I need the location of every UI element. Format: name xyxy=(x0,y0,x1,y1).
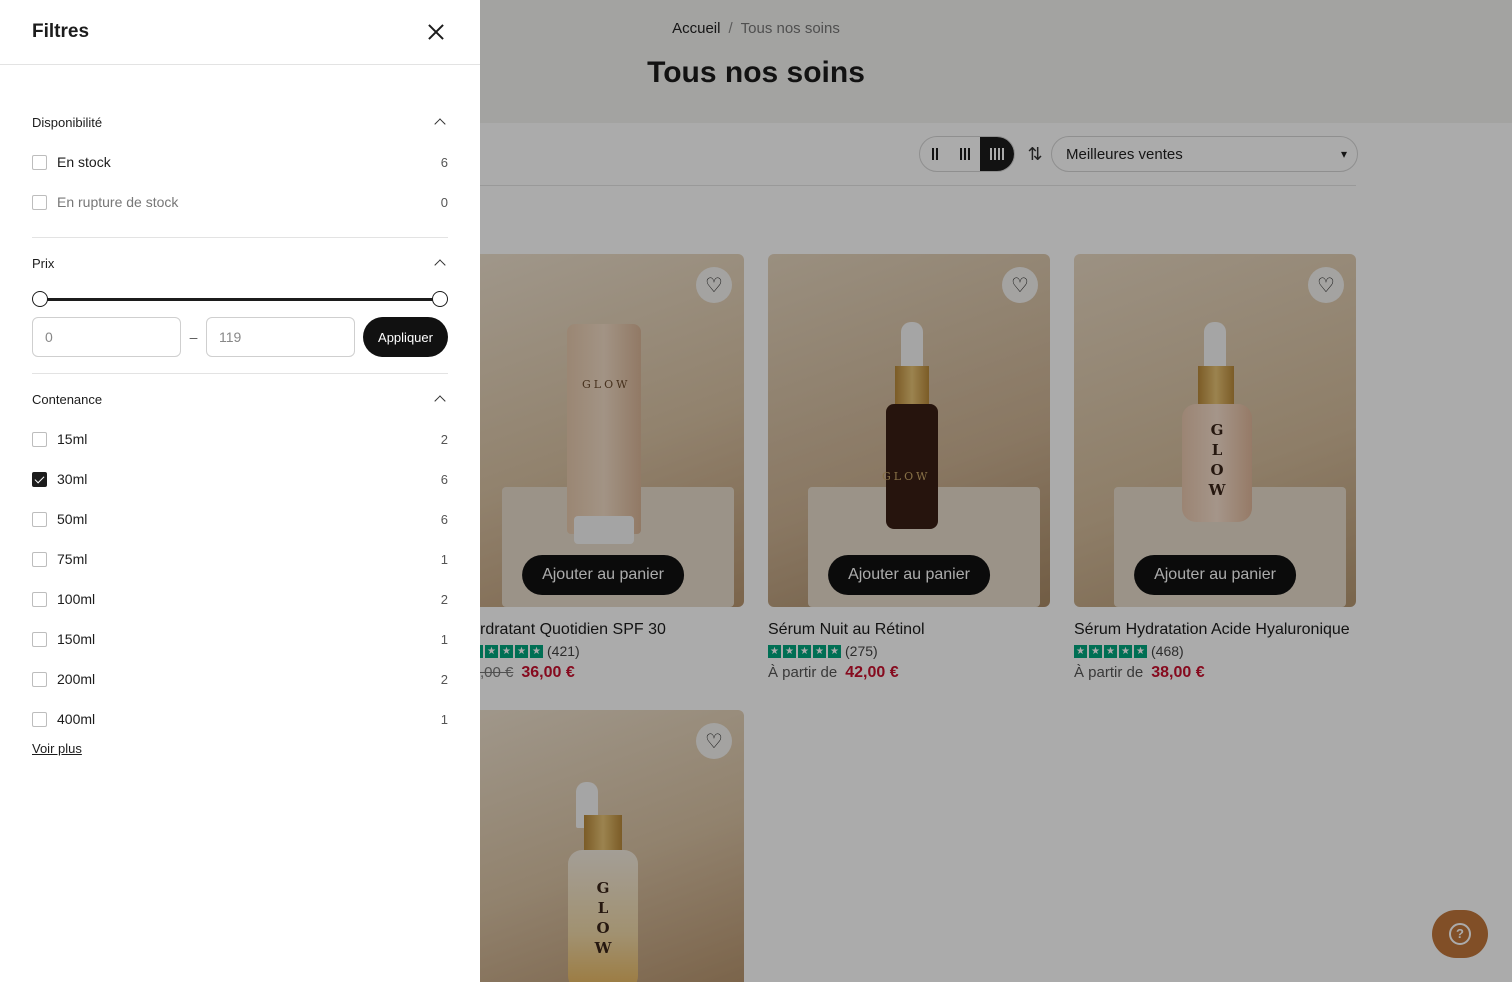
filter-group-toggle[interactable]: Disponibilité xyxy=(32,102,448,142)
filter-option-75ml[interactable]: 75ml 1 xyxy=(32,539,448,579)
filter-option-label: En stock xyxy=(57,154,111,170)
filter-option-30ml[interactable]: 30ml 6 xyxy=(32,459,448,499)
filter-option-label: 400ml xyxy=(57,711,96,727)
price-inputs: – Appliquer xyxy=(32,317,448,373)
filter-drawer-body: Disponibilité En stock 6 En rupture de s… xyxy=(0,65,480,758)
filter-drawer: Filtres Disponibilité En stock 6 En rupt… xyxy=(0,0,480,982)
filter-option-count: 1 xyxy=(440,551,448,567)
price-range-track xyxy=(40,298,440,301)
chevron-up-icon xyxy=(434,259,446,271)
filter-group-title: Contenance xyxy=(32,391,103,407)
chevron-up-icon xyxy=(434,118,446,130)
filter-option-count: 1 xyxy=(440,711,448,727)
close-icon[interactable] xyxy=(424,20,448,44)
filter-option-200ml[interactable]: 200ml 2 xyxy=(32,659,448,699)
filter-option-label: 100ml xyxy=(57,591,96,607)
chevron-up-icon xyxy=(434,395,446,407)
checkbox[interactable] xyxy=(32,551,47,567)
price-range-slider[interactable] xyxy=(32,289,448,309)
filter-drawer-title: Filtres xyxy=(32,21,90,42)
show-more-link[interactable]: Voir plus xyxy=(32,741,82,756)
filter-group-volume: Contenance 15ml 2 30ml 6 50ml 6 75ml 1 1… xyxy=(32,374,448,758)
filter-option-label: 30ml xyxy=(57,471,88,487)
filter-option-100ml[interactable]: 100ml 2 xyxy=(32,579,448,619)
filter-option-150ml[interactable]: 150ml 1 xyxy=(32,619,448,659)
filter-option-count: 2 xyxy=(440,671,448,687)
filter-group-price: Prix – Appliquer xyxy=(32,238,448,374)
filter-option-50ml[interactable]: 50ml 6 xyxy=(32,499,448,539)
filter-option-count: 2 xyxy=(440,431,448,447)
filter-option-label: 15ml xyxy=(57,431,88,447)
filter-option-400ml[interactable]: 400ml 1 xyxy=(32,699,448,739)
filter-option-label: En rupture de stock xyxy=(57,194,179,210)
filter-option-count: 2 xyxy=(440,591,448,607)
filter-group-title: Prix xyxy=(32,255,55,271)
filter-option-count: 6 xyxy=(440,511,448,527)
filter-option-label: 75ml xyxy=(57,551,88,567)
filter-group-toggle[interactable]: Prix xyxy=(32,243,448,283)
checkbox[interactable] xyxy=(32,711,47,727)
price-max-input[interactable] xyxy=(206,317,355,357)
checkbox[interactable] xyxy=(32,671,47,687)
checkbox[interactable] xyxy=(32,154,47,170)
filter-group-availability: Disponibilité En stock 6 En rupture de s… xyxy=(32,102,448,238)
filter-option-count: 1 xyxy=(440,631,448,647)
filter-option-label: 150ml xyxy=(57,631,96,647)
checkbox[interactable] xyxy=(32,511,47,527)
checkbox-checked[interactable] xyxy=(32,471,47,487)
price-range-dash: – xyxy=(189,329,198,345)
checkbox[interactable] xyxy=(32,194,47,210)
filter-option-count: 6 xyxy=(440,154,448,170)
checkbox[interactable] xyxy=(32,631,47,647)
filter-option-label: 200ml xyxy=(57,671,96,687)
filter-option-in-stock[interactable]: En stock 6 xyxy=(32,142,448,182)
filter-option-label: 50ml xyxy=(57,511,88,527)
filter-drawer-header: Filtres xyxy=(0,0,480,65)
price-range-min-handle[interactable] xyxy=(32,291,48,307)
filter-group-toggle[interactable]: Contenance xyxy=(32,379,448,419)
filter-option-count: 0 xyxy=(440,194,448,210)
filter-option-15ml[interactable]: 15ml 2 xyxy=(32,419,448,459)
price-min-input[interactable] xyxy=(32,317,181,357)
apply-price-button[interactable]: Appliquer xyxy=(363,317,448,357)
filter-group-title: Disponibilité xyxy=(32,114,103,130)
filter-option-out-of-stock[interactable]: En rupture de stock 0 xyxy=(32,182,448,222)
filter-option-count: 6 xyxy=(440,471,448,487)
checkbox[interactable] xyxy=(32,591,47,607)
checkbox[interactable] xyxy=(32,431,47,447)
price-range-max-handle[interactable] xyxy=(432,291,448,307)
